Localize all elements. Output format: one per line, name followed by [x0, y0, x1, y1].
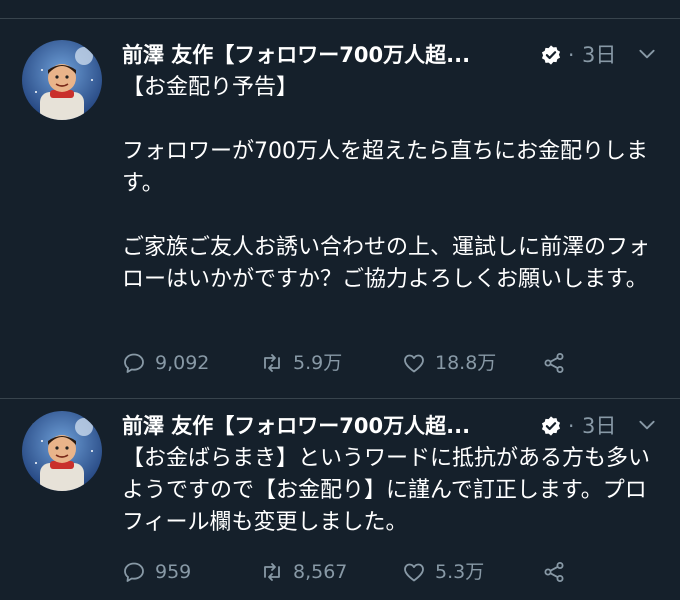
share-button[interactable] [542, 557, 566, 587]
tweet-text: 【お金ばらまき】というワードに抵抗がある方も多いようですので【お金配り】に謹んで… [122, 443, 660, 539]
tweet-actions: 959 8,567 5.3万 [122, 557, 667, 587]
reply-button[interactable]: 9,092 [122, 348, 209, 378]
tweet-text-line: 【お金配り予告】 [122, 75, 299, 100]
author-name[interactable]: 前澤 友作【フォロワー700万人超... [122, 41, 470, 69]
share-icon [544, 562, 564, 582]
tweet[interactable]: 前澤 友作【フォロワー700万人超... · 3日 【お金配り予告】 フォロワー… [0, 28, 680, 398]
timestamp[interactable]: 3日 [582, 41, 616, 69]
avatar[interactable] [22, 40, 102, 120]
tweet-text-line: 【お金ばらまき】というワードに抵抗がある方も多いようですので【お金配り】に謹んで… [122, 446, 651, 535]
reply-count: 9,092 [155, 352, 210, 374]
tweet-header: 前澤 友作【フォロワー700万人超... · 3日 [122, 40, 667, 74]
tweet-text-line: フォロワーが700万人を超えたら直ちにお金配り⁠します。 [122, 139, 648, 196]
share-icon [544, 353, 564, 373]
like-button[interactable]: 5.3万 [402, 557, 484, 587]
timestamp[interactable]: 3日 [582, 412, 616, 440]
like-count: 18.8万 [435, 352, 497, 374]
like-button[interactable]: 18.8万 [402, 348, 496, 378]
reply-icon [124, 353, 144, 373]
separator-dot: · [568, 43, 575, 67]
like-icon [404, 354, 424, 373]
tweet-header: 前澤 友作【フォロワー700万人超... · 3日 [122, 411, 667, 445]
author-name[interactable]: 前澤 友作【フォロワー700万人超... [122, 412, 470, 440]
verified-badge-icon [541, 45, 561, 65]
retweet-icon [264, 563, 280, 581]
tweet-text: 【お金配り予告】 フォロワーが700万人を超えたら直ちにお金配り⁠します。 ご家… [122, 72, 660, 296]
tweet[interactable]: 前澤 友作【フォロワー700万人超... · 3日 【お金ばらまき】というワード… [0, 398, 680, 600]
reply-count: 959 [155, 561, 192, 583]
chevron-down-icon[interactable] [637, 44, 657, 64]
verified-badge-icon [541, 416, 561, 436]
reply-button[interactable]: 959 [122, 557, 191, 587]
chevron-down-icon[interactable] [637, 415, 657, 435]
like-count: 5.3万 [435, 561, 485, 583]
avatar-image [22, 411, 102, 491]
retweet-count: 5.9万 [293, 352, 343, 374]
retweet-button[interactable]: 5.9万 [260, 348, 342, 378]
like-icon [404, 563, 424, 582]
tweet-text-line: ご家族ご友人お誘い合わせの上、運試しに前澤のフォローはいかがですか？ご協力よろし… [122, 235, 651, 292]
retweet-count: 8,567 [293, 561, 348, 583]
tweet-actions: 9,092 5.9万 18.8万 [122, 348, 667, 378]
share-button[interactable] [542, 348, 566, 378]
retweet-button[interactable]: 8,567 [260, 557, 347, 587]
retweet-icon [264, 354, 280, 372]
reply-icon [124, 562, 144, 582]
avatar-image [22, 40, 102, 120]
top-divider [0, 6, 680, 19]
separator-dot: · [568, 414, 575, 438]
avatar[interactable] [22, 411, 102, 491]
